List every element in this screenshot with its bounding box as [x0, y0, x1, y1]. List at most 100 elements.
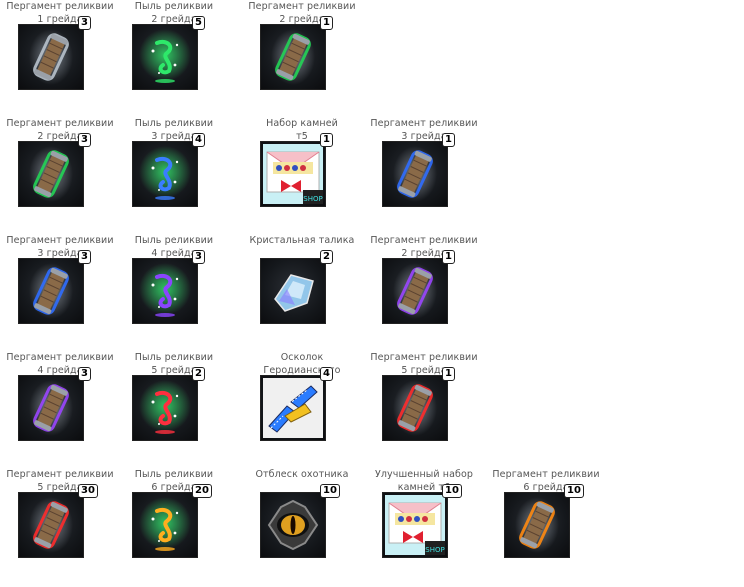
item-count-badge: 5 — [192, 16, 205, 30]
item-label-line: Пыль реликвии — [134, 1, 214, 12]
inventory-item[interactable]: Пергамент реликвии 2 грейда 3 — [0, 117, 120, 235]
item-count-badge: 1 — [320, 16, 333, 30]
scroll-icon[interactable] — [504, 492, 570, 558]
inventory-item[interactable]: Улучшенный набор камней т6 SHOP 10 — [364, 468, 484, 586]
item-count-badge: 10 — [564, 484, 584, 498]
item-count-badge: 4 — [320, 367, 333, 381]
item-label: Пыль реликвии 4 грейда — [114, 234, 234, 260]
item-label-line: Пергамент реликвии — [370, 235, 478, 246]
inventory-item[interactable]: Отблеск охотника 10 — [242, 468, 362, 586]
dust-icon[interactable] — [132, 492, 198, 558]
scroll-icon[interactable] — [18, 492, 84, 558]
item-label-line: Пыль реликвии — [134, 469, 214, 480]
hunter-eye-icon[interactable] — [260, 492, 326, 558]
inventory-item[interactable]: Пыль реликвии 4 грейда 3 — [114, 234, 234, 352]
item-label: Отблеск охотника — [242, 468, 362, 481]
item-label: Пергамент реликвии 4 грейда — [0, 351, 120, 377]
inventory-item[interactable]: Пергамент реликвии 3 грейда 3 — [0, 234, 120, 352]
inventory-item[interactable]: Пыль реликвии 6 грейда 20 — [114, 468, 234, 586]
item-label-line: Пергамент реликвии — [6, 118, 114, 129]
scroll-icon[interactable] — [382, 375, 448, 441]
inventory-item[interactable]: Пергамент реликвии 5 грейда 30 — [0, 468, 120, 586]
scroll-icon[interactable] — [382, 141, 448, 207]
inventory-item[interactable]: Пергамент реликвии 4 грейда 3 — [0, 351, 120, 469]
item-label-line: Пыль реликвии — [134, 118, 214, 129]
item-label-line: Осколок Геродианского — [263, 352, 341, 376]
item-label-line: Пергамент реликвии — [370, 118, 478, 129]
item-label: Пергамент реликвии 3 грейда — [364, 117, 484, 143]
item-label-line: Пергамент реликвии — [6, 235, 114, 246]
scroll-icon[interactable] — [18, 375, 84, 441]
svg-text:SHOP: SHOP — [303, 195, 322, 203]
item-count-badge: 3 — [192, 250, 205, 264]
item-label: Пергамент реликвии 2 грейда — [242, 0, 362, 26]
item-label: Пыль реликвии 3 грейда — [114, 117, 234, 143]
item-label-line: Пергамент реликвии — [492, 469, 600, 480]
item-label: Пергамент реликвии 5 грейда — [364, 351, 484, 377]
scroll-icon[interactable] — [260, 24, 326, 90]
chip-shard-icon[interactable] — [260, 375, 326, 441]
item-label: Пыль реликвии 2 грейда — [114, 0, 234, 26]
item-label-line: Улучшенный набор — [374, 469, 474, 480]
inventory-item[interactable]: Пергамент реликвии 2 грейда 1 — [364, 234, 484, 352]
item-label: Кристальная талика — [242, 234, 362, 247]
item-count-badge: 4 — [192, 133, 205, 147]
shop-box-icon[interactable]: SHOP — [382, 492, 448, 558]
item-label-line: Пергамент реликвии — [248, 1, 356, 12]
item-label: Пергамент реликвии 2 грейда — [0, 117, 120, 143]
item-label-line: Пергамент реликвии — [6, 1, 114, 12]
item-count-badge: 2 — [192, 367, 205, 381]
dust-icon[interactable] — [132, 24, 198, 90]
shop-box-icon[interactable]: SHOP — [260, 141, 326, 207]
item-count-badge: 10 — [320, 484, 340, 498]
dust-icon[interactable] — [132, 375, 198, 441]
item-count-badge: 1 — [442, 367, 455, 381]
item-label-line: Пыль реликвии — [134, 352, 214, 363]
inventory-item[interactable]: Пергамент реликвии 3 грейда 1 — [364, 117, 484, 235]
item-label: Пергамент реликвии 5 грейда — [0, 468, 120, 494]
scroll-icon[interactable] — [18, 258, 84, 324]
item-label-line: Кристальная талика — [249, 235, 355, 246]
inventory-item[interactable]: Пергамент реликвии 2 грейда 1 — [242, 0, 362, 118]
inventory-item[interactable]: Пыль реликвии 5 грейда 2 — [114, 351, 234, 469]
item-label-line: Пыль реликвии — [134, 235, 214, 246]
item-count-badge: 3 — [78, 250, 91, 264]
item-count-badge: 10 — [442, 484, 462, 498]
inventory-item[interactable]: Набор камней т5 SHOP 1 — [242, 117, 362, 235]
inventory-item[interactable]: Пыль реликвии 3 грейда 4 — [114, 117, 234, 235]
item-count-badge: 30 — [78, 484, 98, 498]
item-label-line: Пергамент реликвии — [6, 352, 114, 363]
dust-icon[interactable] — [132, 258, 198, 324]
item-count-badge: 3 — [78, 367, 91, 381]
item-label: Пергамент реликвии 6 грейда — [486, 468, 606, 494]
inventory-item[interactable]: Пыль реликвии 2 грейда 5 — [114, 0, 234, 118]
item-count-badge: 1 — [442, 250, 455, 264]
inventory-item[interactable]: Пергамент реликвии 5 грейда 1 — [364, 351, 484, 469]
crystal-icon[interactable] — [260, 258, 326, 324]
item-count-badge: 3 — [78, 133, 91, 147]
item-label: Пыль реликвии 6 грейда — [114, 468, 234, 494]
item-count-badge: 1 — [442, 133, 455, 147]
item-count-badge: 1 — [320, 133, 333, 147]
item-label: Пергамент реликвии 1 грейда — [0, 0, 120, 26]
dust-icon[interactable] — [132, 141, 198, 207]
scroll-icon[interactable] — [382, 258, 448, 324]
item-label-line: Пергамент реликвии — [370, 352, 478, 363]
item-label-line: Набор камней — [266, 118, 338, 129]
item-count-badge: 2 — [320, 250, 333, 264]
scroll-icon[interactable] — [18, 141, 84, 207]
scroll-icon[interactable] — [18, 24, 84, 90]
item-label: Улучшенный набор камней т6 — [364, 468, 484, 494]
svg-text:SHOP: SHOP — [425, 546, 444, 554]
item-label: Пыль реликвии 5 грейда — [114, 351, 234, 377]
inventory-item[interactable]: Пергамент реликвии 6 грейда 10 — [486, 468, 606, 586]
inventory-item[interactable]: Пергамент реликвии 1 грейда 3 — [0, 0, 120, 118]
item-label-line: Пергамент реликвии — [6, 469, 114, 480]
item-label-line: Отблеск охотника — [255, 469, 349, 480]
item-label: Набор камней т5 — [242, 117, 362, 143]
item-count-badge: 20 — [192, 484, 212, 498]
inventory-item[interactable]: Кристальная талика 2 — [242, 234, 362, 352]
item-label: Пергамент реликвии 2 грейда — [364, 234, 484, 260]
item-count-badge: 3 — [78, 16, 91, 30]
inventory-item[interactable]: Осколок ГеродианскогоЧипа 4 — [242, 351, 362, 469]
